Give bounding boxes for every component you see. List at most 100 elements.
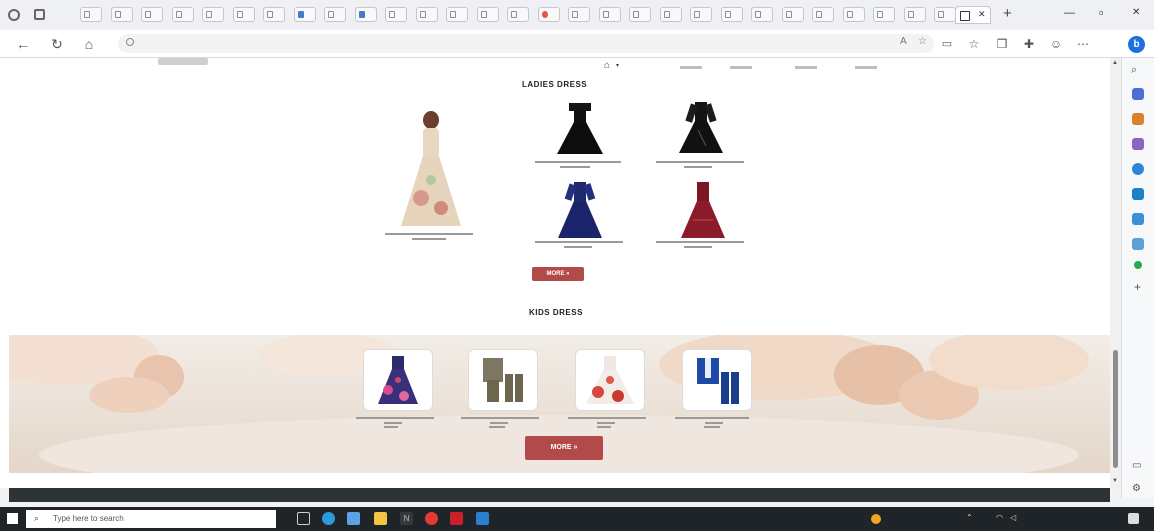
scrollbar-thumb[interactable] xyxy=(1113,350,1118,468)
edge-icon[interactable] xyxy=(322,512,335,525)
search-icon[interactable]: ⌕ xyxy=(1131,64,1137,77)
kids-product-card-3[interactable] xyxy=(575,349,645,411)
address-bar[interactable]: A ☆ xyxy=(118,34,934,53)
opera-icon[interactable] xyxy=(425,512,438,525)
refresh-icon[interactable]: ↻ xyxy=(48,35,66,53)
app-icon-n[interactable]: N xyxy=(400,512,413,525)
notification-icon[interactable] xyxy=(1128,513,1139,524)
task-view-icon[interactable] xyxy=(297,512,310,525)
page-scrollbar[interactable]: ▲ ▼ xyxy=(1110,58,1121,488)
favorite-star-icon[interactable]: ☆ xyxy=(918,36,927,47)
new-tab-button[interactable]: + xyxy=(1003,5,1012,22)
browser-tab[interactable] xyxy=(476,7,499,22)
profile-icon[interactable]: ☺ xyxy=(1047,35,1065,53)
browser-tab[interactable] xyxy=(659,7,682,22)
microsoft-365-icon[interactable] xyxy=(1132,163,1144,175)
product-image-4[interactable] xyxy=(555,180,605,240)
system-tray-chevron-icon[interactable]: ⌃ xyxy=(966,513,973,522)
browser-tab[interactable] xyxy=(171,7,194,22)
site-nav-link[interactable] xyxy=(680,66,702,69)
browser-tab[interactable] xyxy=(842,7,865,22)
browser-tab[interactable] xyxy=(324,7,346,22)
browser-tab[interactable] xyxy=(903,7,926,22)
drop-icon[interactable] xyxy=(1132,213,1144,225)
ladies-more-button[interactable]: MORE » xyxy=(532,267,584,281)
browser-tab[interactable] xyxy=(781,7,804,22)
menu-dots-icon[interactable]: ⋯ xyxy=(1074,35,1092,53)
kids-product-card-1[interactable] xyxy=(363,349,433,411)
split-screen-icon[interactable]: ▭ xyxy=(938,35,956,53)
browser-tab[interactable] xyxy=(720,7,743,22)
browser-tab[interactable] xyxy=(110,7,133,22)
green-app-icon[interactable] xyxy=(1134,261,1142,269)
browser-tab[interactable] xyxy=(263,7,285,22)
product-image-1[interactable] xyxy=(393,108,468,228)
browser-tab[interactable] xyxy=(751,7,773,22)
shopping-icon[interactable] xyxy=(1132,88,1144,100)
kids-product-card-4[interactable] xyxy=(682,349,752,411)
volume-icon[interactable]: ◁ xyxy=(1010,513,1016,522)
file-explorer-icon[interactable] xyxy=(374,512,387,525)
site-nav-link[interactable] xyxy=(795,66,817,69)
tools-icon[interactable] xyxy=(1132,113,1144,125)
browser-tab[interactable] xyxy=(812,7,834,22)
browser-tab[interactable] xyxy=(80,7,102,22)
bing-icon[interactable]: b xyxy=(1128,36,1145,53)
browser-tab[interactable] xyxy=(354,7,377,22)
send-icon[interactable] xyxy=(1132,238,1144,250)
sidebar-settings-icon[interactable]: ⚙ xyxy=(1132,483,1141,494)
browser-tab[interactable] xyxy=(598,7,621,22)
hide-sidebar-icon[interactable]: ▭ xyxy=(1132,460,1141,471)
scroll-down-arrow-icon[interactable]: ▼ xyxy=(1112,478,1118,484)
wifi-icon[interactable]: ◠ xyxy=(996,513,1003,522)
home-icon[interactable]: ⌂ xyxy=(80,35,98,53)
extensions-icon[interactable]: ✚ xyxy=(1020,35,1038,53)
scroll-up-arrow-icon[interactable]: ▲ xyxy=(1112,60,1118,66)
workspace-icon[interactable] xyxy=(8,9,20,21)
collections-icon[interactable]: ❐ xyxy=(993,35,1011,53)
weather-icon[interactable] xyxy=(871,514,881,524)
minimize-button[interactable]: — xyxy=(1064,7,1075,19)
kids-more-button[interactable]: MORE » xyxy=(525,436,603,460)
browser-tab[interactable] xyxy=(873,7,895,22)
tab-active[interactable]: ✕ xyxy=(955,6,991,24)
browser-tab[interactable] xyxy=(507,7,529,22)
tab-close-icon[interactable]: ✕ xyxy=(978,9,986,20)
tab-favicon xyxy=(175,11,182,18)
games-icon[interactable] xyxy=(1132,138,1144,150)
browser-tab[interactable] xyxy=(690,7,712,22)
site-nav-link[interactable] xyxy=(730,66,752,69)
browser-tab[interactable] xyxy=(232,7,255,22)
browser-tab[interactable] xyxy=(446,7,468,22)
logo-placeholder[interactable] xyxy=(158,58,208,65)
favorites-icon[interactable]: ☆ xyxy=(965,35,983,53)
maximize-button[interactable]: ▫ xyxy=(1099,5,1104,20)
red-app-icon[interactable] xyxy=(450,512,463,525)
browser-tab[interactable] xyxy=(629,7,651,22)
dropdown-chevron-icon[interactable]: ▾ xyxy=(616,62,619,69)
product-image-5[interactable] xyxy=(678,180,728,240)
browser-tab[interactable] xyxy=(934,7,956,22)
add-sidebar-icon[interactable]: + xyxy=(1134,280,1141,294)
cart-icon[interactable]: ⌂ xyxy=(604,60,610,71)
kids-product-card-2[interactable] xyxy=(468,349,538,411)
browser-tab[interactable] xyxy=(141,7,163,22)
close-window-button[interactable]: ✕ xyxy=(1132,7,1140,18)
vscode-icon[interactable] xyxy=(476,512,489,525)
browser-tab[interactable] xyxy=(293,7,316,22)
read-aloud-icon[interactable]: A xyxy=(900,36,907,47)
site-nav-link[interactable] xyxy=(855,66,877,69)
browser-tab[interactable] xyxy=(568,7,590,22)
browser-tab[interactable] xyxy=(385,7,407,22)
back-arrow-icon[interactable]: ← xyxy=(14,35,32,53)
browser-tab[interactable] xyxy=(202,7,224,22)
taskbar-search-box[interactable]: ⌕ Type here to search xyxy=(26,510,276,528)
browser-tab[interactable] xyxy=(415,7,438,22)
tab-actions-icon[interactable] xyxy=(34,9,45,20)
browser-tab[interactable] xyxy=(537,7,560,22)
outlook-icon[interactable] xyxy=(1132,188,1144,200)
widgets-icon[interactable] xyxy=(347,512,360,525)
product-image-2[interactable] xyxy=(555,100,605,155)
windows-start-icon[interactable] xyxy=(7,513,18,524)
product-image-3[interactable] xyxy=(676,100,726,155)
